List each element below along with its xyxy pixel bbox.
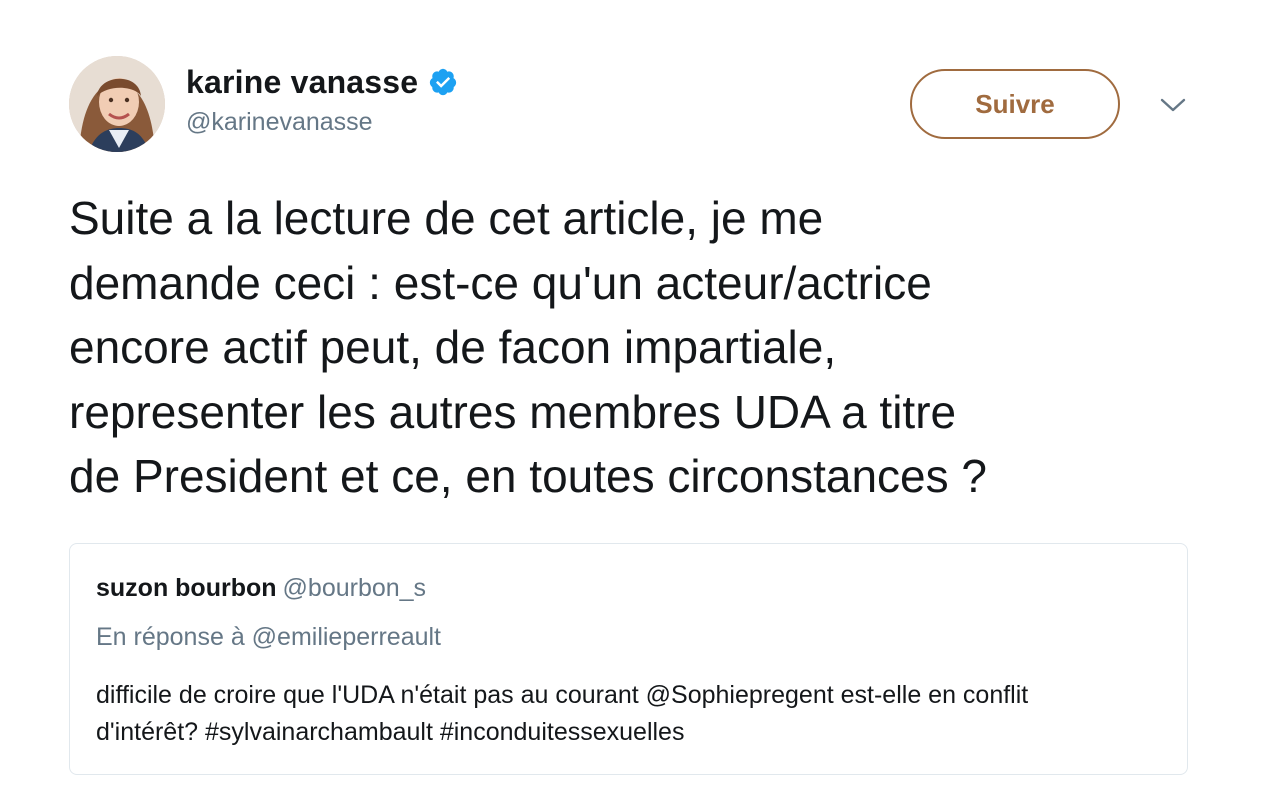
author-name-row[interactable]: karine vanasse — [186, 62, 458, 102]
quoted-tweet-header: suzon bourbon @bourbon_s — [96, 574, 426, 603]
author-avatar[interactable] — [69, 56, 165, 152]
quoted-reply-context: En réponse à @emilieperreault — [96, 623, 442, 651]
avatar-image — [69, 56, 165, 152]
author-display-name[interactable]: karine vanasse — [186, 64, 418, 101]
quoted-tweet[interactable]: suzon bourbon @bourbon_s En réponse à @em… — [69, 543, 1188, 775]
quoted-tweet-text: difficile de croire que l'UDA n'était pa… — [96, 681, 1029, 746]
quoted-author-handle: @bourbon_s — [282, 574, 427, 602]
tweet-body-text: Suite a la lecture de cet article, je me… — [69, 192, 987, 502]
author-handle[interactable]: @karinevanasse — [186, 108, 373, 137]
follow-button[interactable]: Suivre — [910, 69, 1120, 139]
verified-badge-icon — [428, 67, 458, 97]
quoted-author-name: suzon bourbon — [96, 574, 277, 602]
chevron-down-icon[interactable] — [1158, 92, 1188, 118]
tweet-card: karine vanasse @karinevanasse Suivre Sui… — [0, 0, 1264, 794]
